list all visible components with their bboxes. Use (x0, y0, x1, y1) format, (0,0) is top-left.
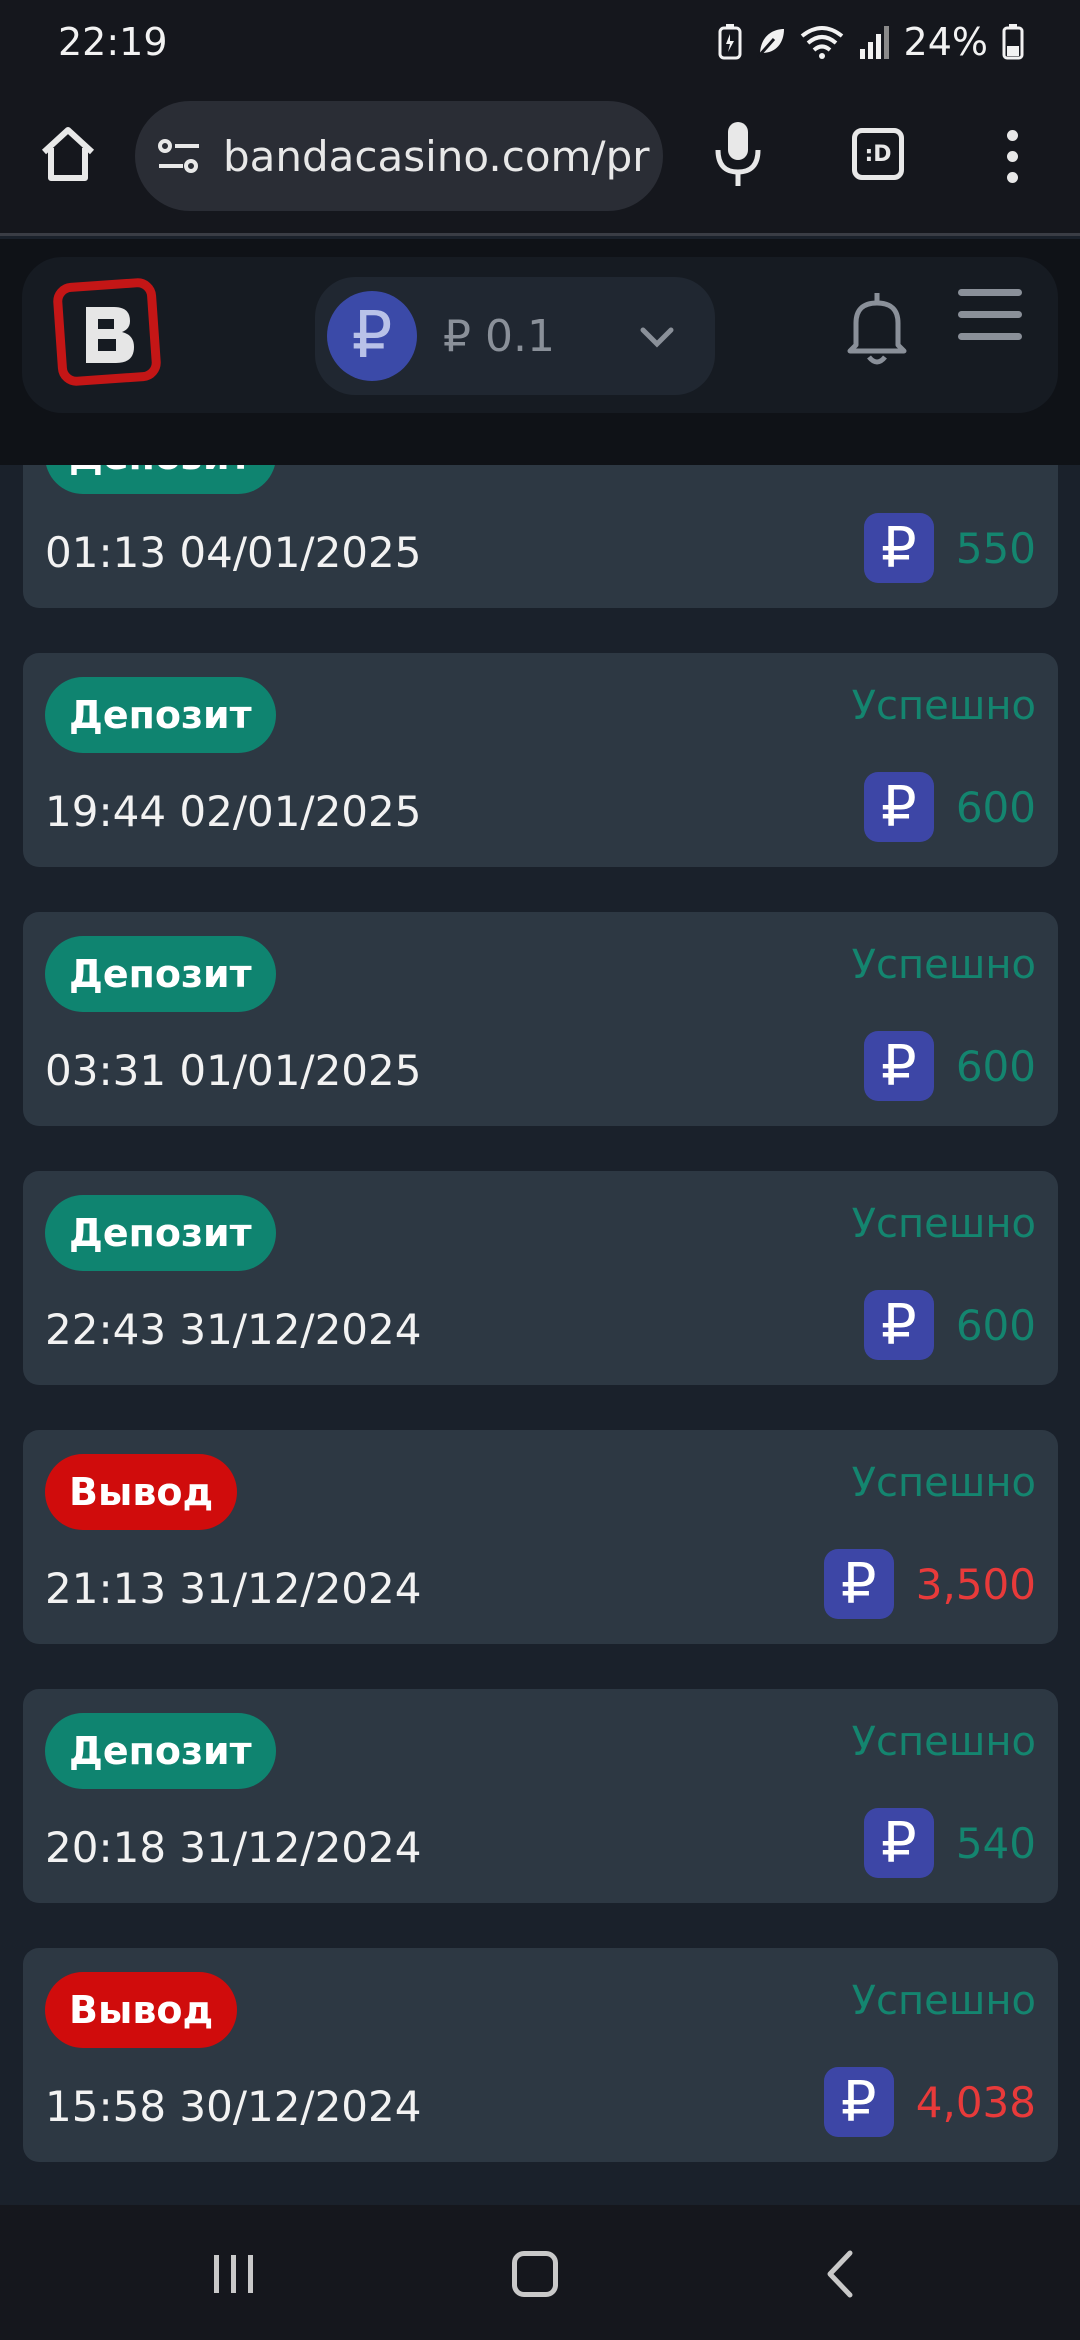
mic-icon[interactable] (712, 120, 764, 190)
transaction-amount: 4,038 (915, 2077, 1036, 2127)
transaction-status: Успешно (851, 1978, 1036, 2024)
transaction-card[interactable]: Депозит Успешно 20:18 31/12/2024 ₽540 (23, 1689, 1058, 1903)
url-bar[interactable]: bandacasino.com/pr (135, 101, 663, 211)
ruble-icon: ₽ (863, 1290, 934, 1360)
transaction-card[interactable]: Вывод Успешно 15:58 30/12/2024 ₽4,038 (23, 1948, 1058, 2162)
transaction-card[interactable]: Депозит Успешно 03:31 01/01/2025 ₽600 (23, 912, 1058, 1126)
transaction-type-badge: Вывод (45, 1972, 238, 2048)
transaction-status: Успешно (851, 942, 1036, 988)
transaction-datetime: 20:18 31/12/2024 (45, 1823, 422, 1872)
transaction-type-badge: Депозит (45, 465, 276, 494)
transaction-type-badge: Депозит (45, 677, 276, 753)
logo-icon[interactable] (52, 277, 162, 389)
transaction-datetime: 15:58 30/12/2024 (45, 2082, 422, 2131)
transaction-card[interactable]: Депозит Успешно 19:44 02/01/2025 ₽600 (23, 653, 1058, 867)
system-nav-bar (0, 2205, 1080, 2340)
transaction-status: Успешно (851, 1719, 1036, 1765)
ruble-icon: ₽ (823, 1549, 894, 1619)
transaction-datetime: 22:43 31/12/2024 (45, 1305, 422, 1354)
transaction-datetime: 19:44 02/01/2025 (45, 787, 422, 836)
browser-toolbar: bandacasino.com/pr :D (0, 84, 1080, 236)
transaction-list: ДепозитУспешно01:13 04/01/2025₽550Депози… (0, 465, 1080, 2205)
ruble-icon: ₽ (863, 513, 934, 583)
transaction-card[interactable]: Депозит Успешно 22:43 31/12/2024 ₽600 (23, 1171, 1058, 1385)
overflow-menu-icon[interactable] (1000, 130, 1024, 188)
site-header: ₽ ₽ 0.1 (22, 257, 1058, 413)
transaction-status: Успешно (851, 1201, 1036, 1247)
transaction-status: Успешно (852, 465, 1036, 470)
transaction-datetime: 21:13 31/12/2024 (45, 1564, 422, 1613)
tabs-label: :D (864, 141, 892, 167)
transaction-amount-group: ₽600 (863, 1030, 1036, 1102)
balance-selector[interactable]: ₽ ₽ 0.1 (315, 277, 715, 395)
battery-saver-icon (718, 24, 742, 60)
balance-amount: ₽ 0.1 (443, 311, 555, 362)
transaction-amount: 600 (955, 782, 1036, 832)
transaction-amount-group: ₽600 (863, 1289, 1036, 1361)
transaction-status: Успешно (851, 1460, 1036, 1506)
site-settings-icon[interactable] (157, 136, 201, 176)
transaction-amount: 540 (955, 1818, 1036, 1868)
ruble-icon: ₽ (863, 772, 934, 842)
transaction-amount-group: ₽4,038 (823, 2066, 1036, 2138)
transaction-card[interactable]: Депозит Успешно 01:13 04/01/2025 ₽550 (23, 465, 1058, 608)
status-time: 22:19 (58, 20, 168, 64)
status-bar: 22:19 24% (0, 0, 1080, 84)
transaction-amount: 3,500 (915, 1559, 1036, 1609)
status-icons: 24% (718, 20, 1024, 64)
transaction-amount-group: ₽550 (863, 512, 1036, 584)
site-header-wrapper: ₽ ₽ 0.1 (0, 239, 1080, 465)
transaction-amount-group: ₽600 (863, 771, 1036, 843)
signal-icon (859, 26, 889, 59)
transaction-card[interactable]: Вывод Успешно 21:13 31/12/2024 ₽3,500 (23, 1430, 1058, 1644)
chevron-down-icon (640, 327, 674, 348)
transaction-datetime: 01:13 04/01/2025 (45, 528, 422, 577)
battery-percent: 24% (903, 20, 988, 64)
transaction-type-badge: Депозит (45, 936, 276, 1012)
transaction-amount: 600 (955, 1041, 1036, 1091)
transaction-type-badge: Депозит (45, 1713, 276, 1789)
tabs-icon[interactable]: :D (852, 128, 904, 180)
battery-icon (1002, 24, 1024, 60)
recent-apps-icon[interactable] (210, 2253, 258, 2295)
url-text: bandacasino.com/pr (223, 131, 650, 181)
wifi-icon (800, 26, 843, 59)
home-nav-icon[interactable] (512, 2251, 558, 2297)
ruble-icon: ₽ (823, 2067, 894, 2137)
home-icon[interactable] (36, 122, 100, 186)
transaction-type-badge: Вывод (45, 1454, 238, 1530)
hamburger-icon[interactable] (958, 289, 1022, 341)
transaction-status: Успешно (851, 683, 1036, 729)
transaction-datetime: 03:31 01/01/2025 (45, 1046, 422, 1095)
transaction-amount: 550 (955, 523, 1036, 573)
ruble-icon: ₽ (863, 1808, 934, 1878)
back-icon[interactable] (822, 2249, 858, 2299)
transaction-amount: 600 (955, 1300, 1036, 1350)
transaction-amount-group: ₽540 (863, 1807, 1036, 1879)
transaction-amount-group: ₽3,500 (823, 1548, 1036, 1620)
leaf-icon (756, 29, 784, 58)
ruble-icon: ₽ (327, 291, 417, 381)
transaction-type-badge: Депозит (45, 1195, 276, 1271)
bell-icon[interactable] (842, 287, 912, 371)
ruble-icon: ₽ (863, 1031, 934, 1101)
